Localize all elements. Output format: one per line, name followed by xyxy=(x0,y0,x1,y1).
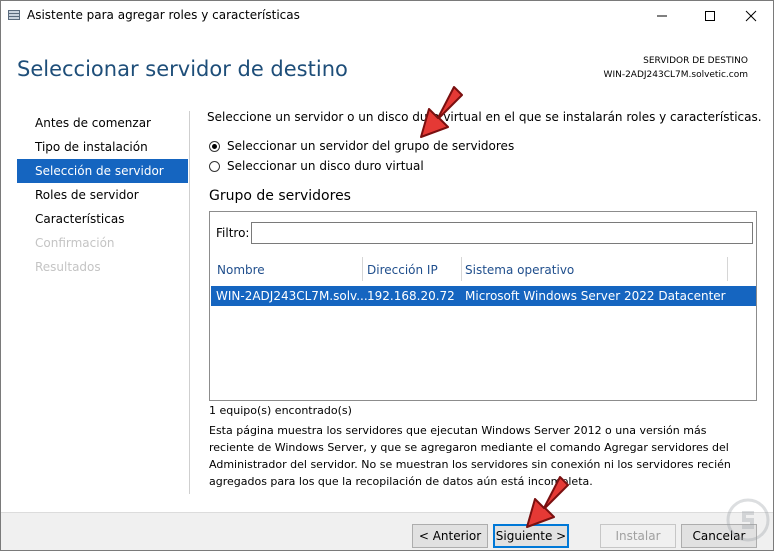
cancel-button[interactable]: Cancelar xyxy=(681,524,757,548)
server-pool-panel: Filtro: Nombre Dirección IP Sistema oper… xyxy=(209,211,757,401)
step-roles-de-servidor[interactable]: Roles de servidor xyxy=(17,183,188,207)
column-divider[interactable] xyxy=(362,257,363,281)
close-icon xyxy=(745,10,757,22)
close-button[interactable] xyxy=(728,1,773,31)
option-server-pool[interactable]: Seleccionar un servidor del grupo de ser… xyxy=(209,138,514,154)
back-button[interactable]: < Anterior xyxy=(412,524,488,548)
destination-server-label: SERVIDOR DE DESTINO xyxy=(643,56,748,66)
server-manager-app-icon xyxy=(7,8,21,22)
cell-ip-address[interactable]: 192.168.20.72 xyxy=(367,289,455,303)
filter-input[interactable] xyxy=(251,222,753,244)
option-virtual-disk[interactable]: Seleccionar un disco duro virtual xyxy=(209,158,424,174)
description-text: Esta página muestra los servidores que e… xyxy=(209,424,731,488)
maximize-button[interactable] xyxy=(687,1,733,31)
server-pool-label[interactable]: Seleccionar un servidor del grupo de ser… xyxy=(227,139,514,153)
sidebar-divider xyxy=(189,111,190,494)
wizard-window: Asistente para agregar roles y caracterí… xyxy=(0,0,774,551)
maximize-icon xyxy=(705,11,715,21)
server-pool-radio[interactable] xyxy=(209,140,220,152)
step-resultados: Resultados xyxy=(35,260,101,274)
step-confirmacion: Confirmación xyxy=(35,236,115,250)
virtual-disk-radio[interactable] xyxy=(209,160,220,172)
wizard-steps-nav: Antes de comenzar Tipo de instalación Se… xyxy=(17,111,188,279)
column-divider[interactable] xyxy=(727,257,728,281)
result-count: 1 equipo(s) encontrado(s) xyxy=(209,404,352,417)
column-header-nombre[interactable]: Nombre xyxy=(217,260,265,280)
page-title: Seleccionar servidor de destino xyxy=(17,57,348,81)
column-divider[interactable] xyxy=(461,257,462,281)
next-button[interactable]: Siguiente > xyxy=(493,524,569,548)
virtual-disk-label[interactable]: Seleccionar un disco duro virtual xyxy=(227,159,424,173)
title-bar: Asistente para agregar roles y caracterí… xyxy=(1,1,773,31)
cell-operating-system[interactable]: Microsoft Windows Server 2022 Datacenter xyxy=(465,289,726,303)
cell-server-name[interactable]: WIN-2ADJ243CL7M.solv... xyxy=(216,289,368,303)
column-header-direccion-ip[interactable]: Dirección IP xyxy=(367,260,438,280)
step-tipo-de-instalacion[interactable]: Tipo de instalación xyxy=(17,135,188,159)
step-seleccion-de-servidor[interactable]: Selección de servidor xyxy=(17,159,188,183)
minimize-button[interactable] xyxy=(639,1,685,31)
column-header-sistema-operativo[interactable]: Sistema operativo xyxy=(465,260,574,280)
minimize-icon xyxy=(657,15,667,17)
intro-text: Seleccione un servidor o un disco duro v… xyxy=(207,110,762,124)
window-title: Asistente para agregar roles y caracterí… xyxy=(27,8,300,22)
install-button: Instalar xyxy=(600,524,676,548)
filter-label: Filtro: xyxy=(216,226,250,240)
server-pool-heading: Grupo de servidores xyxy=(209,188,351,204)
step-caracteristicas[interactable]: Características xyxy=(17,207,188,231)
destination-server-name: WIN-2ADJ243CL7M.solvetic.com xyxy=(603,70,748,80)
step-antes-de-comenzar[interactable]: Antes de comenzar xyxy=(17,111,188,135)
